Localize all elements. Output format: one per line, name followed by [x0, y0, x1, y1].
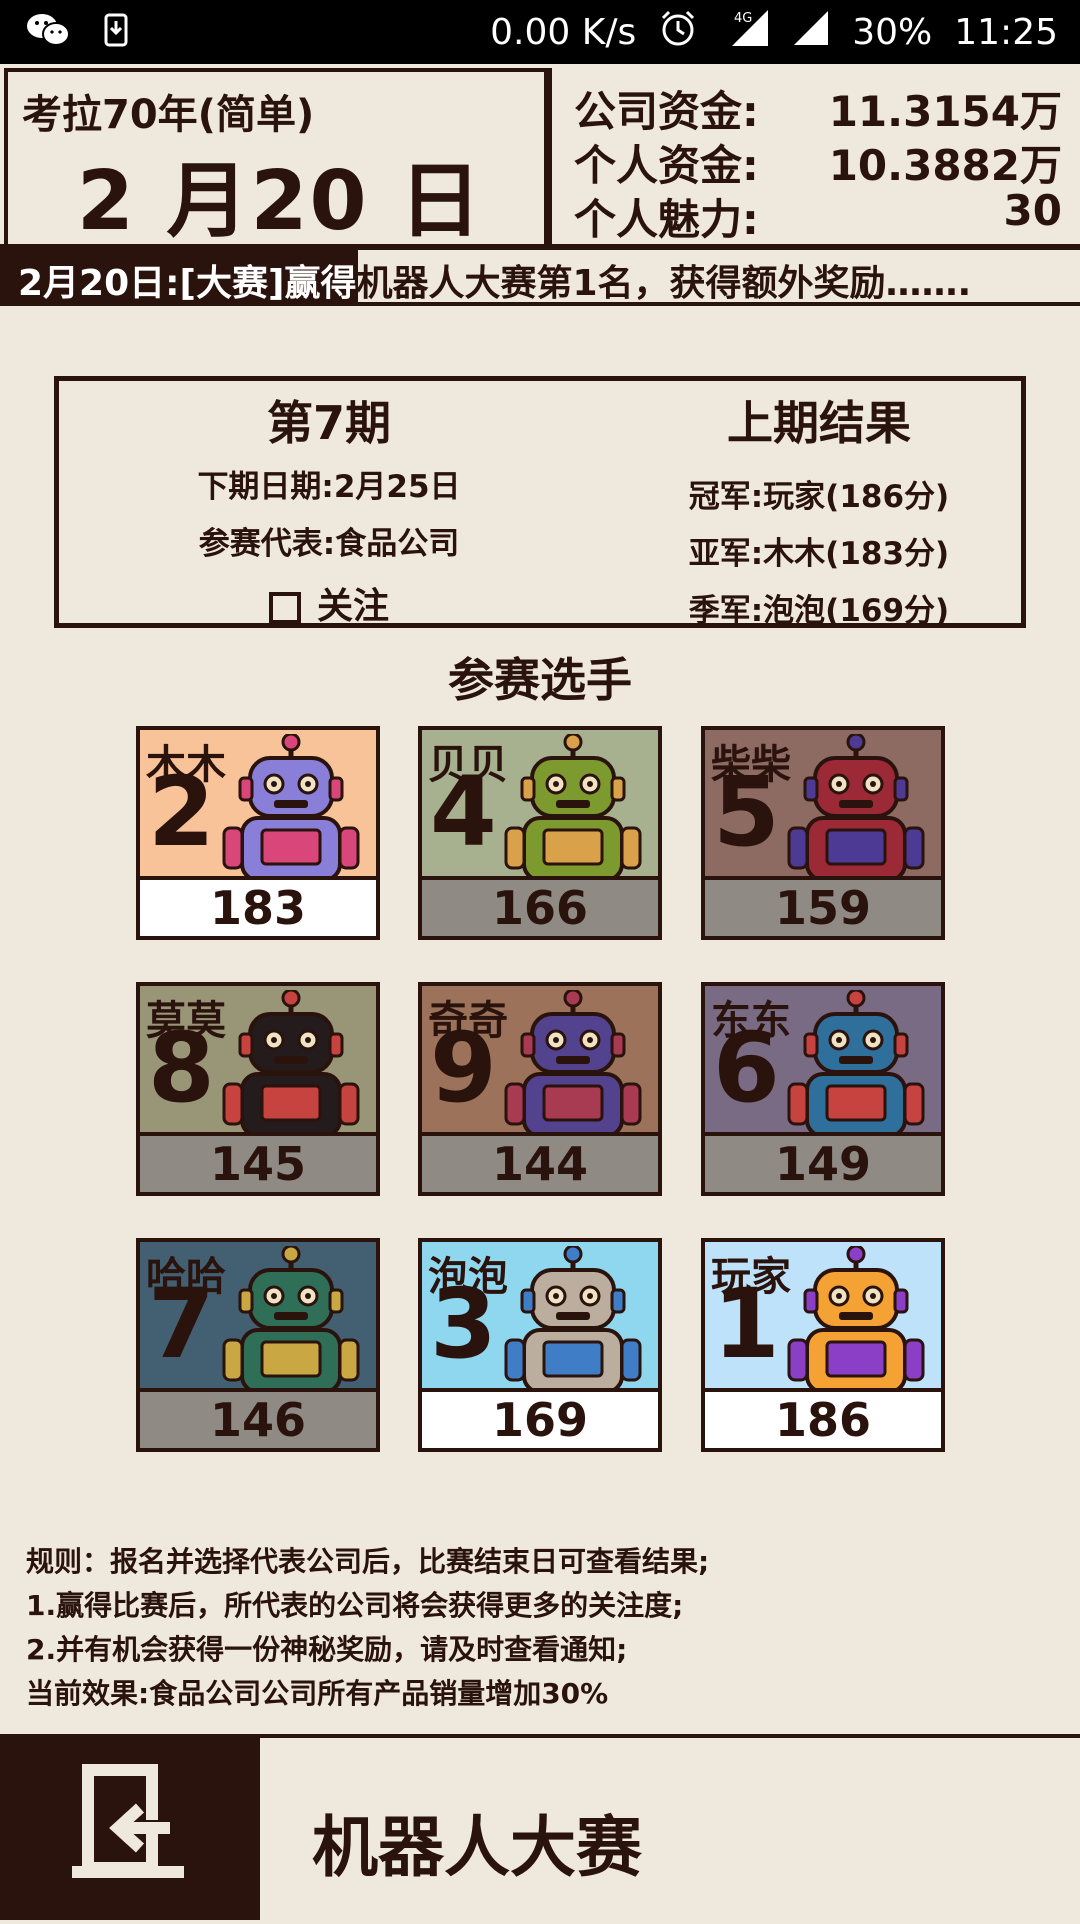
contestant-number: 4: [430, 756, 497, 868]
company-funds-row: 公司资金: 11.3154万: [574, 78, 1062, 136]
contestant-card[interactable]: 玩家 1 186: [701, 1238, 945, 1452]
contestant-card[interactable]: 柴柴 5 159: [701, 726, 945, 940]
contestant-card[interactable]: 哈哈 7 146: [136, 1238, 380, 1452]
download-icon: [104, 13, 128, 51]
contestant-number: 6: [713, 1012, 780, 1124]
ticker-message: 机器人大赛第1名，获得额外奖励…….: [356, 263, 972, 304]
robot-icon: [504, 990, 642, 1132]
contestant-card[interactable]: 奇奇 9 144: [418, 982, 662, 1196]
contestant-card[interactable]: 莫莫 8 145: [136, 982, 380, 1196]
signal-4g-icon: 4G: [720, 8, 772, 57]
clock: 11:25: [954, 12, 1058, 53]
header: 考拉70年(简单) 2 月20 日 公司资金: 11.3154万 个人资金: 1…: [0, 64, 1080, 250]
robot-icon: [222, 734, 360, 876]
page-title: 机器人大赛: [312, 1809, 642, 1886]
contestant-score: 144: [422, 1136, 658, 1192]
stat-label: 个人魅力:: [574, 195, 759, 244]
stat-value: 11.3154万: [828, 87, 1062, 136]
rule-line: 当前效果:食品公司公司所有产品销量增加30%: [26, 1677, 609, 1710]
rule-line: 规则：报名并选择代表公司后，比赛结束日可查看结果;: [26, 1545, 710, 1578]
contestant-art: 莫莫 8: [140, 986, 376, 1136]
rules: 规则：报名并选择代表公司后，比赛结束日可查看结果; 1.赢得比赛后，所代表的公司…: [26, 1540, 1066, 1716]
contest-info-panel: 第7期 下期日期:2月25日 参赛代表:食品公司 关注 上期结果 冠军:玩家(1…: [54, 376, 1026, 629]
ticker-highlight: 2月20日:[大赛]赢得: [18, 263, 357, 304]
alarm-icon: [658, 8, 698, 57]
contestant-number: 3: [430, 1268, 497, 1380]
contestant-number: 8: [148, 1012, 215, 1124]
personal-funds-row: 个人资金: 10.3882万: [574, 132, 1062, 190]
contestant-number: 1: [713, 1268, 780, 1380]
last-results-title: 上期结果: [727, 396, 911, 450]
robot-icon: [787, 990, 925, 1132]
contestant-number: 2: [148, 756, 215, 868]
contestant-card[interactable]: 东东 6 149: [701, 982, 945, 1196]
result-runner-up: 亚军:木木(183分): [688, 536, 950, 572]
footer: 机器人大赛: [0, 1734, 1080, 1920]
robot-icon: [787, 1246, 925, 1388]
contestant-score: 145: [140, 1136, 376, 1192]
contestant-art: 奇奇 9: [422, 986, 658, 1136]
contestant-art: 木木 2: [140, 730, 376, 880]
robot-icon: [222, 1246, 360, 1388]
issue-number: 第7期: [266, 396, 391, 450]
stat-label: 公司资金:: [574, 87, 759, 136]
rule-line: 2.并有机会获得一份神秘奖励，请及时查看通知;: [26, 1633, 628, 1666]
contestant-art: 贝贝 4: [422, 730, 658, 880]
robot-icon: [504, 1246, 642, 1388]
next-date: 下期日期:2月25日: [197, 469, 461, 505]
contestant-art: 东东 6: [705, 986, 941, 1136]
contestant-number: 9: [430, 1012, 497, 1124]
stat-value: 10.3882万: [828, 141, 1062, 190]
contestant-art: 柴柴 5: [705, 730, 941, 880]
contestant-card[interactable]: 泡泡 3 169: [418, 1238, 662, 1452]
contestant-score: 183: [140, 880, 376, 936]
contestant-art: 哈哈 7: [140, 1242, 376, 1392]
representative: 参赛代表:食品公司: [198, 526, 460, 562]
svg-text:4G: 4G: [734, 11, 752, 26]
stat-value: 30: [1003, 186, 1062, 235]
contestant-score: 159: [705, 880, 941, 936]
signal-icon: [794, 9, 830, 56]
follow-toggle[interactable]: 关注: [99, 577, 559, 629]
stats-box: 公司资金: 11.3154万 个人资金: 10.3882万 个人魅力: 30: [548, 68, 1080, 248]
contestant-score: 166: [422, 880, 658, 936]
contestant-art: 玩家 1: [705, 1242, 941, 1392]
status-bar: 0.00 K/s 4G 30% 11:25: [0, 0, 1080, 64]
result-champion: 冠军:玩家(186分): [688, 479, 950, 515]
wechat-icon: [26, 12, 70, 52]
contestants-title: 参赛选手: [448, 653, 632, 707]
exit-button[interactable]: [0, 1738, 260, 1920]
rule-line: 1.赢得比赛后，所代表的公司将会获得更多的关注度;: [26, 1589, 684, 1622]
news-ticker[interactable]: 2月20日:[大赛]赢得机器人大赛第1名，获得额外奖励…….: [0, 250, 1080, 306]
charm-row: 个人魅力: 30: [574, 186, 1062, 244]
battery-level: 30%: [852, 12, 933, 53]
contestant-art: 泡泡 3: [422, 1242, 658, 1392]
ticker-text: 2月20日:[大赛]赢得机器人大赛第1名，获得额外奖励…….: [18, 254, 971, 306]
contestant-card[interactable]: 贝贝 4 166: [418, 726, 662, 940]
contestant-score: 146: [140, 1392, 376, 1448]
contestant-score: 149: [705, 1136, 941, 1192]
robot-icon: [222, 990, 360, 1132]
robot-icon: [504, 734, 642, 876]
contestant-number: 5: [713, 756, 780, 868]
network-speed: 0.00 K/s: [490, 12, 637, 53]
current-date: 2 月20 日: [76, 154, 484, 249]
contestant-score: 186: [705, 1392, 941, 1448]
follow-label: 关注: [316, 586, 389, 627]
contestant-number: 7: [148, 1268, 215, 1380]
contestant-score: 169: [422, 1392, 658, 1448]
game-title: 考拉70年(简单): [22, 92, 315, 138]
exit-door-icon: [72, 1764, 184, 1878]
date-box: 考拉70年(简单) 2 月20 日: [4, 68, 548, 249]
follow-checkbox[interactable]: [268, 592, 301, 624]
contestant-card[interactable]: 木木 2 183: [136, 726, 380, 940]
result-third: 季军:泡泡(169分): [688, 593, 950, 629]
robot-icon: [787, 734, 925, 876]
stat-label: 个人资金:: [574, 141, 759, 190]
